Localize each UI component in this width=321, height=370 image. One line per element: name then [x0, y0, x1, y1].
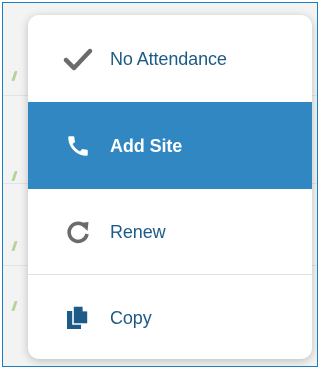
background-row-marker: [11, 71, 18, 81]
phone-icon: [61, 131, 95, 161]
menu-item-label: Renew: [110, 221, 166, 242]
menu-item-copy[interactable]: Copy: [28, 274, 312, 359]
context-menu: No Attendance Add Site Renew Copy: [28, 15, 312, 359]
copy-icon: [61, 303, 95, 333]
menu-item-renew[interactable]: Renew: [28, 189, 312, 274]
background-row-marker: [11, 301, 18, 311]
redo-icon: [61, 217, 95, 247]
menu-item-label: Copy: [110, 307, 152, 328]
menu-item-no-attendance[interactable]: No Attendance: [28, 15, 312, 103]
background-row-marker: [11, 241, 18, 251]
menu-item-add-site[interactable]: Add Site: [28, 102, 312, 189]
background-row-marker: [11, 171, 18, 181]
menu-item-label: Add Site: [110, 135, 183, 156]
check-icon: [61, 44, 95, 74]
app-frame: No Attendance Add Site Renew Copy: [2, 2, 318, 367]
menu-item-label: No Attendance: [110, 49, 227, 69]
